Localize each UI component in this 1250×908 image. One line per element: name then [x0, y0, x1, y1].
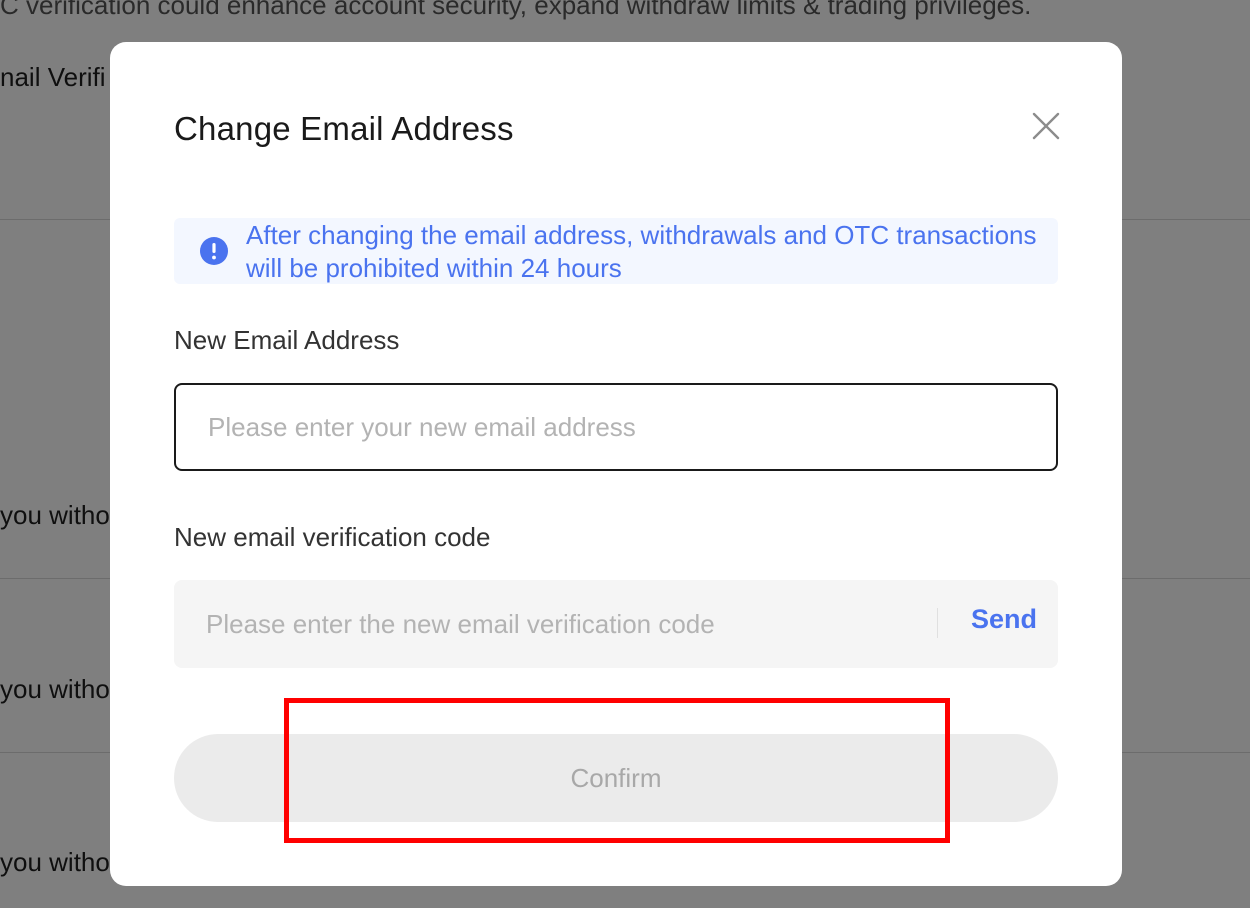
notice-text: After changing the email address, withdr… — [246, 220, 1037, 283]
modal-title: Change Email Address — [174, 110, 514, 147]
verification-code-input[interactable] — [174, 580, 934, 668]
info-icon — [200, 237, 228, 265]
verification-code-label: New email verification code — [174, 522, 491, 552]
change-email-modal: Change Email Address After changing the … — [110, 42, 1122, 886]
field-separator — [937, 608, 938, 638]
new-email-input[interactable] — [174, 383, 1058, 471]
send-code-button[interactable]: Send — [971, 604, 1037, 635]
verification-code-field: Send — [174, 580, 1058, 668]
close-icon — [1032, 112, 1060, 140]
confirm-button[interactable]: Confirm — [174, 734, 1058, 822]
new-email-label: New Email Address — [174, 325, 400, 355]
warning-notice: After changing the email address, withdr… — [174, 218, 1058, 284]
close-button[interactable] — [1028, 108, 1064, 144]
